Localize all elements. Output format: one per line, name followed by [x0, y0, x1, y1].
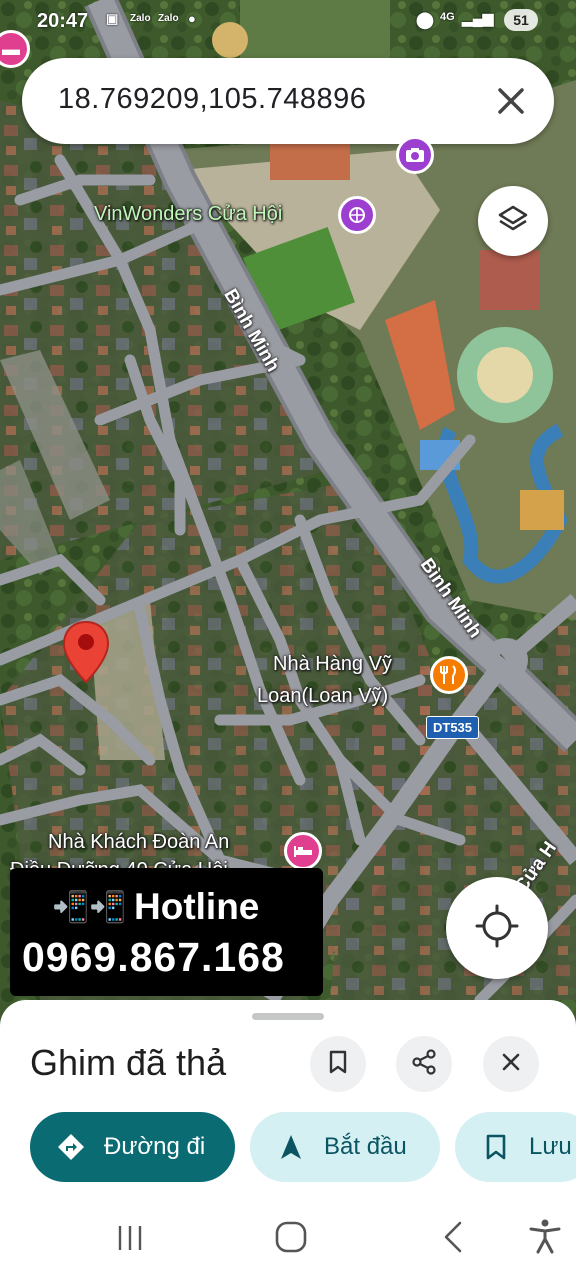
close-icon[interactable] [490, 80, 532, 122]
zalo-icon: Zalo [158, 13, 179, 24]
directions-button[interactable]: Đường đi [30, 1112, 235, 1182]
amusement-park-icon[interactable] [338, 196, 376, 234]
camera-icon[interactable] [396, 136, 434, 174]
bookmark-icon [327, 1050, 349, 1079]
directions-label: Đường đi [104, 1133, 206, 1160]
system-nav-bar [0, 1210, 576, 1280]
navigation-arrow-icon [276, 1132, 306, 1162]
layers-button[interactable] [478, 186, 548, 256]
sheet-title: Ghim đã thả [30, 1042, 227, 1083]
dropped-pin-icon[interactable] [62, 620, 110, 684]
gallery-icon: ▣ [106, 11, 119, 26]
hotline-banner: 📲📲 Hotline 0969.867.168 [10, 868, 323, 996]
back-button[interactable] [438, 1220, 468, 1259]
search-box[interactable]: 18.769209,105.748896 [22, 58, 554, 144]
hotel-icon[interactable] [284, 832, 322, 870]
restaurant-icon[interactable] [430, 656, 468, 694]
accessibility-icon[interactable] [528, 1218, 562, 1259]
poi-label: Nhà Hàng Vỹ [273, 653, 392, 675]
start-label: Bắt đầu [324, 1133, 407, 1160]
layers-icon [496, 202, 530, 241]
poi-label: Nhà Khách Đoàn An [48, 831, 230, 853]
status-bar: 20:47 ▣ Zalo Zalo ● ⬤ 4G ▂▄▆ 51 [0, 0, 576, 40]
hotline-title: Hotline [134, 886, 260, 927]
satellite-map[interactable]: 20:47 ▣ Zalo Zalo ● ⬤ 4G ▂▄▆ 51 18.76920… [0, 0, 576, 1040]
save-button[interactable]: Lưu [455, 1112, 576, 1182]
share-button[interactable] [396, 1036, 452, 1092]
bookmark-icon [481, 1132, 511, 1162]
directions-icon [56, 1132, 86, 1162]
recent-apps-button[interactable] [114, 1222, 146, 1259]
drag-handle[interactable] [252, 1013, 324, 1020]
start-button[interactable]: Bắt đầu [250, 1112, 440, 1182]
save-label: Lưu [529, 1133, 572, 1160]
location-icon: ⬤ [416, 12, 434, 29]
phone-icon: 📲📲 [52, 891, 127, 924]
save-icon-button[interactable] [310, 1036, 366, 1092]
home-button[interactable] [274, 1220, 308, 1259]
crosshair-icon [475, 904, 519, 953]
poi-label: VinWonders Cửa Hội [94, 203, 283, 225]
my-location-button[interactable] [446, 877, 548, 979]
hotline-number: 0969.867.168 [22, 934, 285, 980]
close-sheet-button[interactable] [483, 1036, 539, 1092]
close-icon [500, 1051, 522, 1078]
signal-icon: ▂▄▆ [462, 10, 494, 26]
search-input[interactable]: 18.769209,105.748896 [58, 83, 366, 116]
dot-icon: ● [188, 11, 196, 26]
poi-label: Loan(Loan Vỹ) [257, 685, 389, 707]
battery-indicator: 51 [504, 9, 538, 31]
share-icon [411, 1048, 437, 1080]
bottom-sheet[interactable]: Ghim đã thả Đường đi Bắt đầu Lưu [0, 1000, 576, 1210]
route-badge: DT535 [426, 716, 480, 739]
status-time: 20:47 [37, 10, 89, 32]
zalo-icon: Zalo [130, 13, 151, 24]
network-type: 4G [440, 11, 455, 23]
